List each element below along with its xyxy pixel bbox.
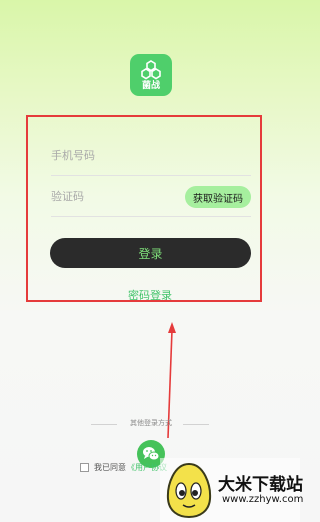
watermark-title: 大米下载站 <box>218 475 303 495</box>
site-watermark: 大米下载站 www.zzhyw.com <box>160 458 304 522</box>
other-login-label: 其他登录方式 <box>130 419 172 427</box>
watermark-url: www.zzhyw.com <box>222 494 304 505</box>
agreement-row: 我已同意 《用户协议 <box>80 460 167 474</box>
agreement-prefix: 我已同意 <box>94 462 126 472</box>
agreement-checkbox[interactable] <box>80 462 89 472</box>
divider-left <box>91 424 117 425</box>
divider-right <box>183 424 209 425</box>
rice-mascot-icon <box>166 462 212 519</box>
